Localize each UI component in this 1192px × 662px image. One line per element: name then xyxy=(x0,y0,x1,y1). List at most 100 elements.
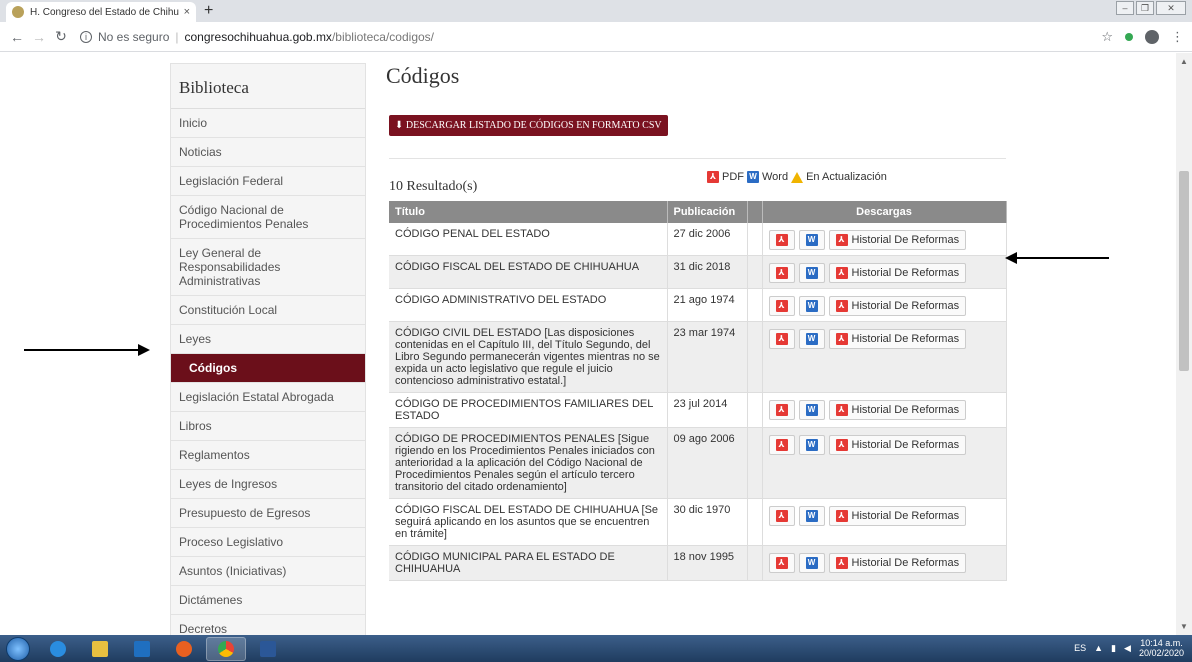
language-indicator[interactable]: ES xyxy=(1074,643,1086,653)
history-button[interactable]: ⅄ Historial De Reformas xyxy=(828,506,967,526)
download-csv-button[interactable]: ⬇ DESCARGAR LISTADO DE CÓDIGOS EN FORMAT… xyxy=(389,115,668,136)
word-download-button[interactable]: W xyxy=(798,400,825,420)
downloads-cell: ⅄ W ⅄ Historial De Reformas xyxy=(762,427,1007,499)
history-button[interactable]: ⅄ Historial De Reformas xyxy=(828,553,967,573)
sidebar-item-leyes-ingresos[interactable]: Leyes de Ingresos xyxy=(171,470,365,499)
minimize-icon[interactable]: – xyxy=(1116,1,1134,15)
reload-icon[interactable]: ↻ xyxy=(50,28,72,45)
sidebar-item-constitucion[interactable]: Constitución Local xyxy=(171,296,365,325)
url-path: /biblioteca/codigos/ xyxy=(331,29,435,44)
downloads-cell: ⅄ W ⅄ Historial De Reformas xyxy=(762,255,1007,289)
word-app-icon xyxy=(260,640,276,657)
pdf-download-button[interactable]: ⅄ xyxy=(768,553,795,573)
pdf-download-button[interactable]: ⅄ xyxy=(768,400,795,420)
page-scrollbar[interactable]: ▲ ▼ xyxy=(1176,53,1192,635)
word-download-button[interactable]: W xyxy=(798,435,825,455)
sidebar-item-reglamentos[interactable]: Reglamentos xyxy=(171,441,365,470)
tray-expand-icon[interactable]: ▲ xyxy=(1094,643,1103,653)
word-download-button[interactable]: W xyxy=(798,329,825,349)
history-button[interactable]: ⅄ Historial De Reformas xyxy=(828,435,967,455)
scroll-up-icon[interactable]: ▲ xyxy=(1180,57,1188,66)
history-button[interactable]: ⅄ Historial De Reformas xyxy=(828,400,967,420)
pdf-download-button[interactable]: ⅄ xyxy=(768,435,795,455)
forward-icon[interactable]: → xyxy=(28,29,50,45)
pdf-icon: ⅄ xyxy=(835,510,848,522)
scrollbar-thumb[interactable] xyxy=(1179,171,1189,371)
downloads-cell: ⅄ W ⅄ Historial De Reformas xyxy=(762,321,1007,393)
pdf-download-button[interactable]: ⅄ xyxy=(768,296,795,316)
sidebar-item-codigo-nacional[interactable]: Código Nacional de Procedimientos Penale… xyxy=(171,196,365,239)
ie-icon xyxy=(50,640,66,657)
sidebar-item-presupuesto[interactable]: Presupuesto de Egresos xyxy=(171,499,365,528)
sidebar-item-noticias[interactable]: Noticias xyxy=(171,138,365,167)
star-icon[interactable]: ☆ xyxy=(1101,29,1113,45)
close-window-icon[interactable]: ✕ xyxy=(1156,1,1186,15)
history-button[interactable]: ⅄ Historial De Reformas xyxy=(828,329,967,349)
spacer-cell xyxy=(747,223,763,256)
word-icon: W xyxy=(805,333,818,345)
scroll-down-icon[interactable]: ▼ xyxy=(1180,622,1188,631)
sidebar-item-legislacion-federal[interactable]: Legislación Federal xyxy=(171,167,365,196)
restore-icon[interactable]: ❐ xyxy=(1136,1,1154,15)
tab-close-icon[interactable]: × xyxy=(184,6,190,18)
history-label: Historial De Reformas xyxy=(851,404,960,416)
volume-icon[interactable]: ◀ xyxy=(1124,643,1131,654)
word-icon: W xyxy=(805,404,818,416)
extension-icon[interactable] xyxy=(1125,33,1133,41)
downloads-cell: ⅄ W ⅄ Historial De Reformas xyxy=(762,288,1007,322)
taskbar-ie[interactable] xyxy=(38,637,78,661)
clock[interactable]: 10:14 a.m. 20/02/2020 xyxy=(1139,638,1184,658)
sidebar-item-libros[interactable]: Libros xyxy=(171,412,365,441)
publication-date: 18 nov 1995 xyxy=(667,545,748,581)
sidebar-item-abrogada[interactable]: Legislación Estatal Abrogada xyxy=(171,383,365,412)
pdf-icon: ⅄ xyxy=(835,404,848,416)
word-download-button[interactable]: W xyxy=(798,230,825,250)
back-icon[interactable]: ← xyxy=(6,29,28,45)
network-icon[interactable]: ▮ xyxy=(1111,643,1116,654)
info-icon[interactable]: i xyxy=(80,30,92,43)
url-field[interactable]: i No es seguro | congresochihuahua.gob.m… xyxy=(80,30,434,44)
pdf-icon: ⅄ xyxy=(707,171,719,183)
menu-icon[interactable]: ⋮ xyxy=(1171,29,1184,45)
sidebar-item-ley-general[interactable]: Ley General de Responsabilidades Adminis… xyxy=(171,239,365,296)
word-icon: W xyxy=(805,234,818,246)
table-row: CÓDIGO DE PROCEDIMIENTOS PENALES [Sigue … xyxy=(389,427,1007,499)
table-row: CÓDIGO MUNICIPAL PARA EL ESTADO DE CHIHU… xyxy=(389,545,1007,581)
new-tab-button[interactable]: + xyxy=(204,2,213,20)
history-label: Historial De Reformas xyxy=(851,333,960,345)
pdf-download-button[interactable]: ⅄ xyxy=(768,263,795,283)
code-title: CÓDIGO FISCAL DEL ESTADO DE CHIHUAHUA xyxy=(389,255,668,289)
pdf-download-button[interactable]: ⅄ xyxy=(768,506,795,526)
browser-tab[interactable]: H. Congreso del Estado de Chihu × xyxy=(6,2,196,22)
page-content: Biblioteca Inicio Noticias Legislación F… xyxy=(0,53,1176,635)
sidebar-item-leyes[interactable]: Leyes xyxy=(171,325,365,354)
word-download-button[interactable]: W xyxy=(798,553,825,573)
taskbar-explorer[interactable] xyxy=(80,637,120,661)
results-count: 10 Resultado(s) xyxy=(389,179,478,194)
sidebar-item-decretos[interactable]: Decretos xyxy=(171,615,365,635)
annotation-arrow-left xyxy=(1005,252,1109,264)
word-download-button[interactable]: W xyxy=(798,296,825,316)
sidebar-item-proceso[interactable]: Proceso Legislativo xyxy=(171,528,365,557)
word-download-button[interactable]: W xyxy=(798,506,825,526)
format-legend: ⅄ PDF W Word En Actualización xyxy=(707,171,887,183)
taskbar-firefox[interactable] xyxy=(164,637,204,661)
pdf-download-button[interactable]: ⅄ xyxy=(768,230,795,250)
publication-date: 27 dic 2006 xyxy=(667,223,748,256)
history-button[interactable]: ⅄ Historial De Reformas xyxy=(828,230,967,250)
word-download-button[interactable]: W xyxy=(798,263,825,283)
history-button[interactable]: ⅄ Historial De Reformas xyxy=(828,263,967,283)
sidebar-item-inicio[interactable]: Inicio xyxy=(171,109,365,138)
sidebar-item-dictamenes[interactable]: Dictámenes xyxy=(171,586,365,615)
sidebar-item-asuntos[interactable]: Asuntos (Iniciativas) xyxy=(171,557,365,586)
taskbar-chrome[interactable] xyxy=(206,636,246,661)
table-row: CÓDIGO DE PROCEDIMIENTOS FAMILIARES DEL … xyxy=(389,392,1007,428)
taskbar-word[interactable] xyxy=(248,637,288,661)
account-icon[interactable] xyxy=(1145,30,1159,44)
sidebar-item-codigos[interactable]: Códigos xyxy=(171,354,365,383)
legend-pdf: PDF xyxy=(722,171,744,183)
start-button[interactable] xyxy=(6,636,30,661)
pdf-download-button[interactable]: ⅄ xyxy=(768,329,795,349)
taskbar-outlook[interactable] xyxy=(122,637,162,661)
history-button[interactable]: ⅄ Historial De Reformas xyxy=(828,296,967,316)
